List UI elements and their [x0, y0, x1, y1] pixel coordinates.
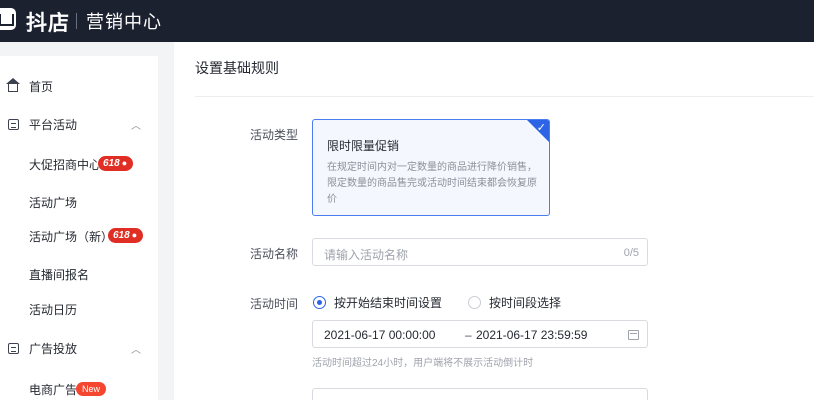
sidebar-item-label: 广告投放	[29, 341, 78, 356]
activity-time-label: 活动时间	[249, 297, 298, 311]
sidebar-item-activity-calendar[interactable]: 活动日历	[0, 301, 158, 317]
sidebar-item-label: 直播间报名	[29, 267, 90, 282]
activity-time-hint: 活动时间超过24小时，用户端将不展示活动倒计时	[312, 358, 534, 369]
sidebar-item-ecommerce-ads[interactable]: 电商广告 New	[0, 381, 158, 397]
check-icon: ✓	[536, 122, 546, 134]
badge-618: 618 ●	[98, 156, 134, 171]
radio-label: 按时间段选择	[489, 296, 562, 310]
badge-618: 618 ●	[108, 228, 144, 243]
activity-name-label: 活动名称	[249, 247, 298, 261]
date-range-picker[interactable]: 2021-06-17 00:00:00 – 2021-06-17 23:59:5…	[312, 320, 648, 348]
radio-dot[interactable]	[468, 296, 481, 309]
sidebar-item-platform-activity[interactable]: 平台活动 ︿	[0, 116, 158, 132]
card-title: 限时限量促销	[327, 139, 400, 153]
sidebar-item-label: 大促招商中心	[29, 157, 102, 172]
end-datetime[interactable]: 2021-06-17 23:59:59	[476, 328, 587, 342]
ad-icon	[8, 342, 19, 354]
radio-label: 按开始结束时间设置	[334, 296, 443, 310]
radio-time-period[interactable]: 按时间段选择	[468, 294, 561, 311]
sidebar-item-label: 首页	[29, 79, 54, 94]
activity-name-placeholder: 请输入活动名称	[324, 248, 409, 262]
brand-divider	[76, 13, 77, 29]
activity-name-input[interactable]: 请输入活动名称 0/5	[312, 238, 648, 266]
home-icon	[6, 77, 20, 92]
sidebar-item-label: 活动广场（新）	[29, 229, 114, 244]
chevron-up-icon[interactable]: ︿	[131, 117, 141, 132]
next-form-row	[174, 388, 814, 400]
sidebar-item-label: 活动广场	[29, 195, 78, 210]
sidebar-item-promo-center[interactable]: 大促招商中心 618 ●	[0, 156, 158, 172]
top-bar: 抖店 营销中心	[0, 0, 814, 42]
flame-icon: ●	[121, 158, 128, 168]
sidebar-item-label: 电商广告	[29, 382, 78, 397]
calendar-icon[interactable]	[628, 330, 639, 340]
activity-type-card[interactable]: ✓ 限时限量促销 在规定时间内对一定数量的商品进行降价销售，限定数量的商品售完或…	[312, 119, 550, 216]
radio-start-end-time[interactable]: 按开始结束时间设置	[313, 294, 442, 311]
card-description: 在规定时间内对一定数量的商品进行降价销售，限定数量的商品售完或活动时间结束都会恢…	[327, 162, 537, 205]
badge-new: New	[76, 382, 107, 396]
activity-type-label: 活动类型	[249, 128, 298, 142]
next-row-input[interactable]	[312, 388, 648, 400]
doudian-logo-icon[interactable]	[0, 8, 16, 30]
radio-dot-selected[interactable]	[313, 296, 326, 309]
sidebar: 首页 平台活动 ︿ 大促招商中心 618 ● 活动广场 活动广场（新） 618 ● …	[0, 56, 158, 400]
sidebar-item-activity-plaza[interactable]: 活动广场	[0, 194, 158, 210]
sidebar-item-label: 活动日历	[29, 302, 78, 317]
chevron-up-icon[interactable]: ︿	[131, 341, 141, 356]
sidebar-item-ad-placement[interactable]: 广告投放 ︿	[0, 340, 158, 356]
divider	[195, 96, 814, 97]
char-count: 0/5	[623, 247, 639, 259]
activity-icon	[8, 118, 19, 130]
main-panel: 设置基础规则 活动类型 ✓ 限时限量促销 在规定时间内对一定数量的商品进行降价销…	[174, 42, 814, 400]
sidebar-item-home[interactable]: 首页	[0, 77, 158, 94]
page-title: 设置基础规则	[195, 60, 279, 76]
range-separator: –	[465, 328, 472, 342]
sidebar-item-activity-plaza-new[interactable]: 活动广场（新） 618 ●	[0, 228, 158, 244]
sidebar-item-label: 平台活动	[29, 117, 78, 132]
flame-icon: ●	[131, 230, 138, 240]
start-datetime[interactable]: 2021-06-17 00:00:00	[324, 328, 435, 342]
brand-name[interactable]: 抖店	[26, 7, 70, 37]
sidebar-item-live-signup[interactable]: 直播间报名	[0, 266, 158, 282]
brand-subtitle: 营销中心	[86, 12, 162, 32]
